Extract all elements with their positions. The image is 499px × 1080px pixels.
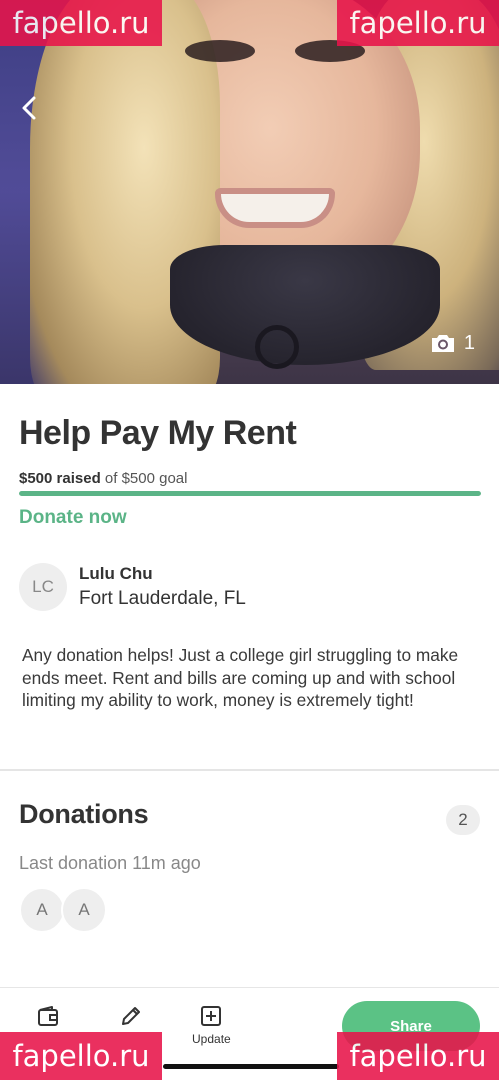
update-label: Update (192, 1032, 231, 1046)
progress-bar (19, 491, 481, 496)
wallet-icon (38, 1006, 58, 1026)
update-button[interactable]: Update (192, 1004, 231, 1046)
photo-choker (170, 245, 440, 365)
watermark-top-left: fapello.ru (0, 0, 162, 46)
goal-text: of $500 goal (104, 470, 188, 487)
last-donation-text: Last donation 11m ago (19, 853, 201, 873)
edit-button[interactable] (119, 1004, 143, 1028)
camera-icon (431, 335, 454, 352)
campaign-title: Help Pay My Rent (19, 414, 297, 452)
donor-avatars[interactable]: A A (19, 887, 107, 933)
organizer-location: Fort Lauderdale, FL (79, 588, 246, 609)
watermark-bottom-right: fapello.ru (337, 1032, 499, 1080)
photo-smile (215, 188, 335, 228)
home-indicator (163, 1064, 339, 1069)
donor-avatar[interactable]: A (61, 887, 107, 933)
photo-count: 1 (463, 331, 475, 354)
plus-square-icon (201, 1006, 222, 1026)
watermark-bottom-left: fapello.ru (0, 1032, 162, 1080)
section-divider (0, 769, 499, 771)
raised-summary: $500 raised of $500 goal (19, 470, 187, 487)
chevron-left-icon (22, 96, 36, 120)
donate-now-link[interactable]: Donate now (19, 507, 127, 529)
campaign-photo[interactable]: 1 (0, 0, 499, 384)
organizer-avatar: LC (19, 563, 67, 611)
donations-heading: Donations (19, 799, 149, 829)
back-button[interactable] (10, 88, 50, 128)
organizer[interactable]: LC Lulu Chu Fort Lauderdale, FL (19, 562, 246, 612)
progress-fill (19, 491, 481, 496)
photo-choker-ring (255, 325, 299, 369)
raised-amount: $500 raised (19, 470, 101, 487)
photo-eye-left (185, 40, 255, 62)
wallet-button[interactable] (36, 1004, 60, 1028)
organizer-info: Lulu Chu Fort Lauderdale, FL (79, 562, 246, 612)
watermark-top-right: fapello.ru (337, 0, 499, 46)
organizer-name: Lulu Chu (79, 564, 153, 583)
pencil-icon (122, 1007, 140, 1025)
campaign-story: Any donation helps! Just a college girl … (22, 645, 459, 710)
donor-avatar[interactable]: A (19, 887, 65, 933)
donations-count-badge[interactable]: 2 (446, 805, 480, 835)
photo-count-badge[interactable]: 1 (430, 328, 475, 358)
